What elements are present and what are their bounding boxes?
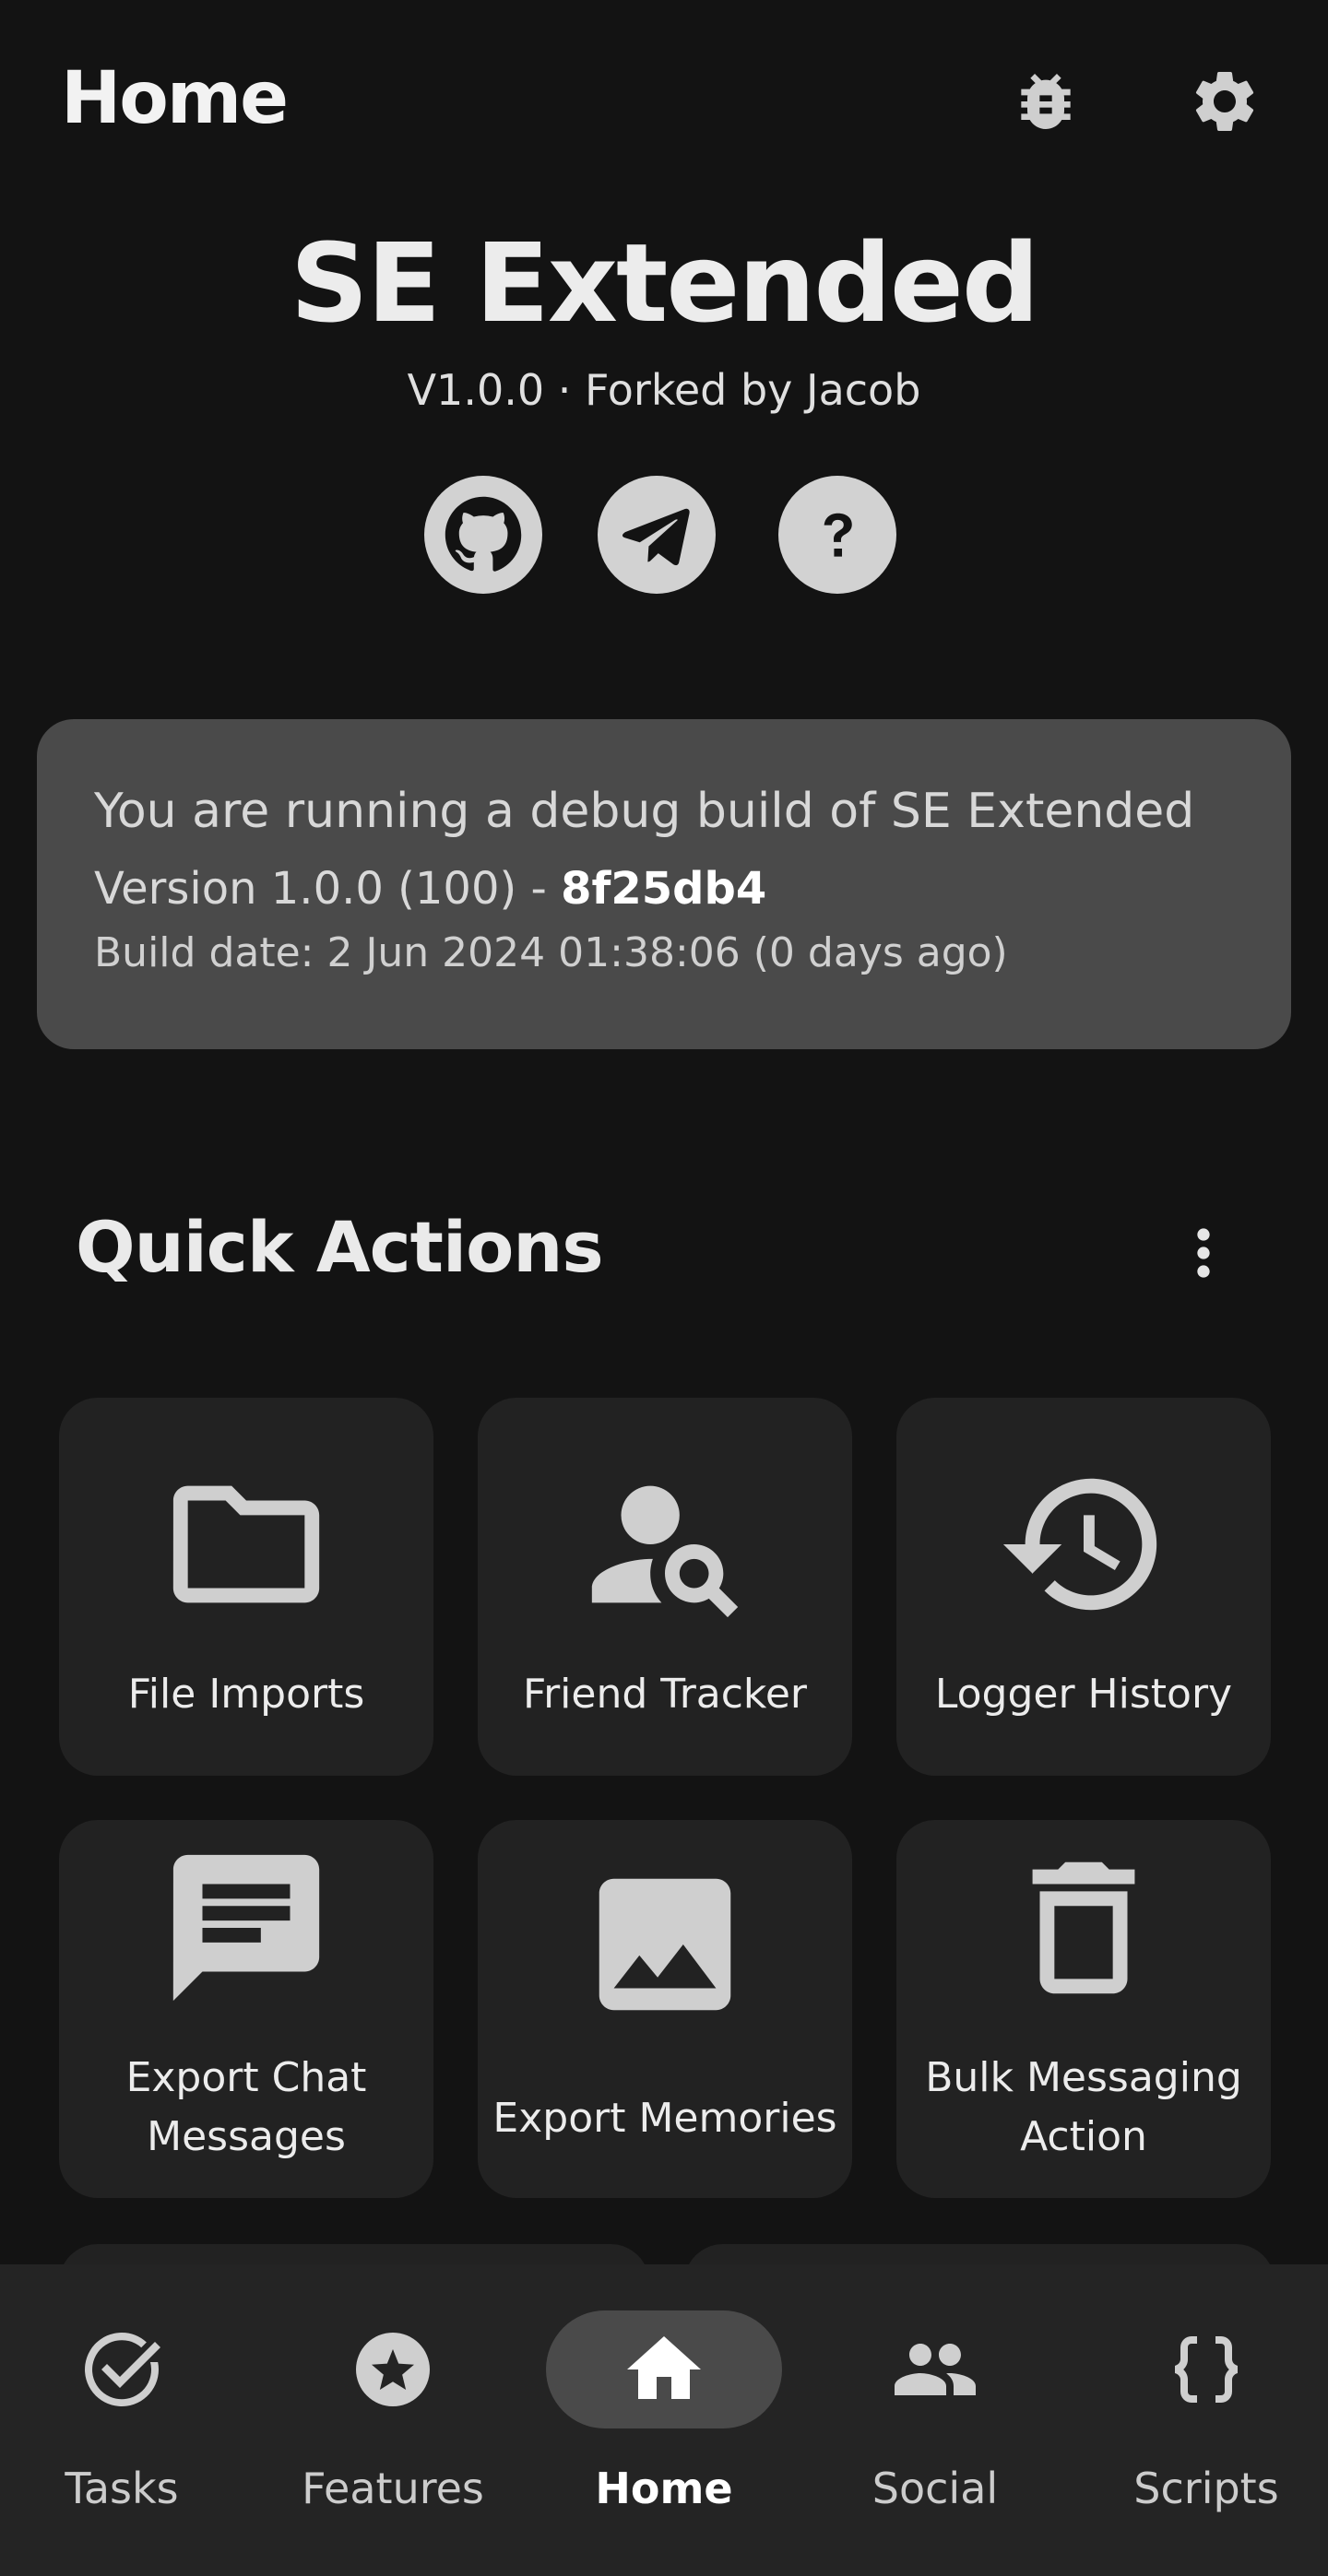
- quick-action-label: Export Memories: [492, 2095, 837, 2142]
- home-icon: [627, 2336, 701, 2399]
- quick-action-bulk-messaging-action[interactable]: Bulk Messaging Action: [896, 1820, 1271, 2198]
- nav-label-scripts: Scripts: [1133, 2464, 1279, 2513]
- quick-action-file-imports[interactable]: File Imports: [59, 1398, 433, 1776]
- build-date: Build date: 2 Jun 2024 01:38:06 (0 days …: [94, 929, 1008, 976]
- nav-label-social: Social: [872, 2464, 999, 2513]
- quick-action-label: Friend Tracker: [522, 1671, 808, 1718]
- tasks-check-icon: [85, 2333, 160, 2406]
- bottom-navigation-bar: Tasks Features Home Social Scripts: [0, 2264, 1328, 2576]
- quick-action-export-chat-messages[interactable]: Export Chat Messages: [59, 1820, 433, 2198]
- quick-action-label: Logger History: [934, 1671, 1233, 1718]
- github-link[interactable]: [424, 476, 542, 594]
- nav-tab-home[interactable]: Home: [531, 2264, 797, 2541]
- quick-action-label: Bulk Messaging Action: [925, 2054, 1242, 2160]
- history-icon: [1002, 1478, 1157, 1611]
- version-line: Version 1.0.0 (100) - 8f25db4: [94, 863, 766, 915]
- top-app-bar: Home: [0, 0, 1328, 203]
- nav-tab-scripts[interactable]: Scripts: [1073, 2264, 1328, 2541]
- quick-action-export-memories[interactable]: Export Memories: [478, 1820, 852, 2198]
- person-search-icon: [591, 1485, 739, 1618]
- nav-label-home: Home: [595, 2464, 733, 2513]
- telegram-icon: [622, 508, 690, 566]
- app-name: SE Extended: [290, 219, 1040, 347]
- image-icon: [599, 1878, 731, 2011]
- nav-tab-social[interactable]: Social: [802, 2264, 1068, 2541]
- bug-icon: [1021, 74, 1071, 129]
- quick-action-label: File Imports: [127, 1671, 365, 1718]
- debug-button[interactable]: [1005, 61, 1086, 142]
- commit-hash: 8f25db4: [561, 863, 767, 915]
- nav-label-tasks: Tasks: [65, 2464, 179, 2513]
- trash-icon: [1032, 1861, 1135, 1994]
- gear-icon: [1195, 72, 1254, 131]
- folder-icon: [172, 1485, 320, 1603]
- quick-action-friend-tracker[interactable]: Friend Tracker: [478, 1398, 852, 1776]
- chat-icon: [172, 1854, 320, 2002]
- settings-button[interactable]: [1184, 61, 1265, 142]
- telegram-link[interactable]: [598, 476, 716, 594]
- quick-actions-menu-button[interactable]: [1162, 1211, 1245, 1294]
- app-version-subtitle: V1.0.0 · Forked by Jacob: [407, 365, 921, 415]
- debug-build-notice: You are running a debug build of SE Exte…: [94, 784, 1195, 839]
- help-icon: [824, 513, 852, 557]
- people-icon: [895, 2344, 976, 2395]
- braces-icon: [1175, 2336, 1238, 2403]
- quick-actions-title: Quick Actions: [76, 1206, 604, 1288]
- page-title: Home: [61, 57, 289, 140]
- nav-tab-features[interactable]: Features: [260, 2264, 526, 2541]
- more-vert-icon: [1197, 1228, 1210, 1278]
- nav-tab-tasks[interactable]: Tasks: [0, 2264, 255, 2541]
- help-link[interactable]: [778, 476, 896, 594]
- version-text: Version 1.0.0 (100) -: [94, 863, 562, 915]
- github-icon: [445, 496, 522, 572]
- star-icon: [356, 2333, 430, 2406]
- quick-action-logger-history[interactable]: Logger History: [896, 1398, 1271, 1776]
- debug-build-card: You are running a debug build of SE Exte…: [37, 719, 1291, 1049]
- nav-label-features: Features: [302, 2464, 484, 2513]
- quick-action-label: Export Chat Messages: [125, 2054, 367, 2160]
